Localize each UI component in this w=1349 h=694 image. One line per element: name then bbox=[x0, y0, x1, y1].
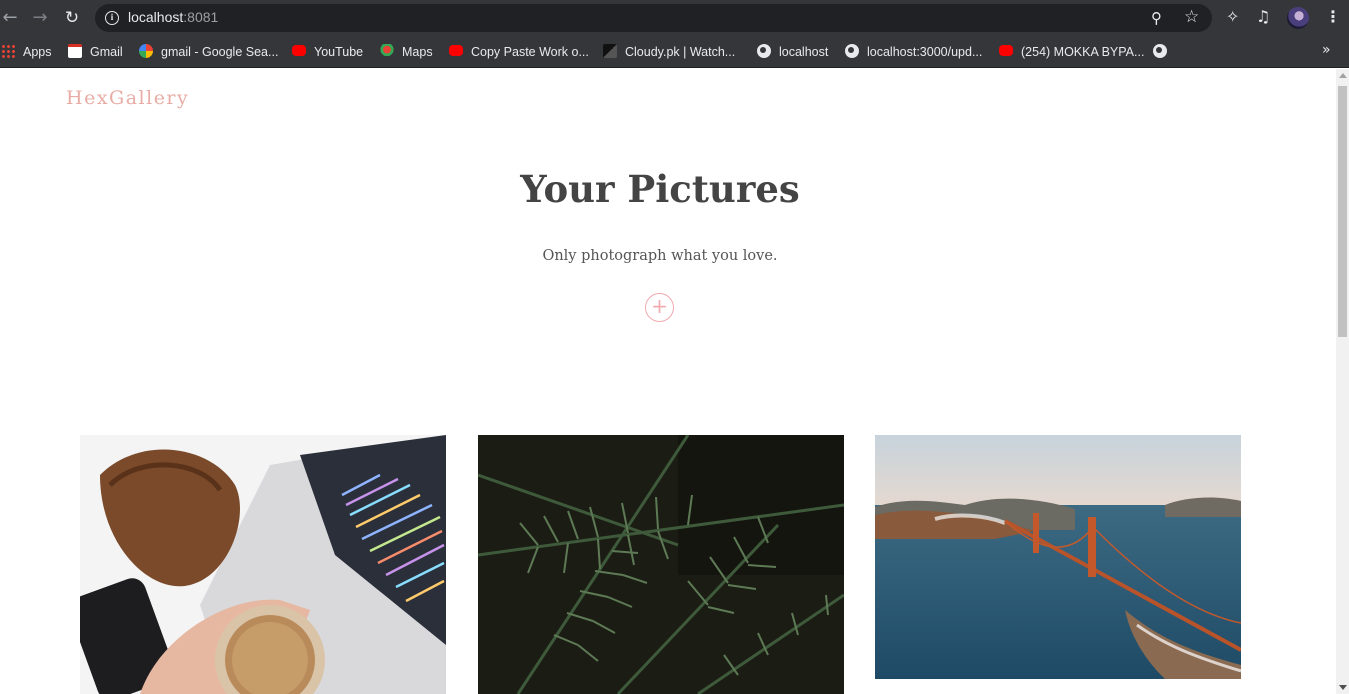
globe-icon bbox=[757, 44, 771, 58]
photo-image bbox=[875, 435, 1241, 679]
youtube-icon bbox=[999, 45, 1013, 56]
bookmark-label: YouTube bbox=[314, 45, 364, 59]
url-host: localhost bbox=[128, 9, 184, 25]
bookmark-localhost[interactable]: localhost bbox=[757, 42, 828, 62]
bookmark-label: Maps bbox=[402, 45, 433, 59]
forward-arrow-icon[interactable]: → bbox=[30, 8, 50, 28]
gallery-photo-bridge[interactable] bbox=[875, 435, 1241, 679]
bookmark-localhost-3000[interactable]: localhost:3000/upd... bbox=[845, 42, 982, 62]
globe-icon bbox=[1153, 44, 1167, 58]
page-content: HexGallery Your Pictures Only photograph… bbox=[0, 69, 1336, 694]
apps-grid-icon bbox=[1, 44, 15, 58]
youtube-icon bbox=[449, 45, 463, 56]
photo-image bbox=[80, 435, 446, 694]
page-title: Your Pictures bbox=[520, 167, 800, 211]
photo-image bbox=[478, 435, 844, 694]
url-text[interactable]: localhost:8081 bbox=[128, 9, 218, 25]
reload-icon[interactable]: ↻ bbox=[62, 8, 82, 28]
url-port: :8081 bbox=[183, 9, 219, 25]
cloudy-icon bbox=[603, 44, 617, 58]
scroll-up-arrow-icon[interactable] bbox=[1339, 73, 1347, 78]
bookmark-mokka[interactable]: (254) MOKKA BYPA... bbox=[999, 42, 1144, 62]
browser-toolbar: ← → ↻ i localhost:8081 ⚲ ☆ ✧ ♫ ⋮ bbox=[0, 0, 1349, 36]
bookmark-label: gmail - Google Sea... bbox=[161, 45, 279, 59]
media-queue-icon[interactable]: ♫ bbox=[1256, 7, 1270, 27]
address-bar[interactable]: i localhost:8081 ⚲ ☆ bbox=[95, 4, 1212, 32]
scroll-thumb[interactable] bbox=[1338, 86, 1347, 337]
bookmark-label: Gmail bbox=[90, 45, 123, 59]
brand-logo[interactable]: HexGallery bbox=[66, 87, 189, 109]
bookmark-apps[interactable]: Apps bbox=[1, 42, 52, 62]
gmail-icon bbox=[68, 44, 82, 58]
profile-avatar[interactable] bbox=[1287, 7, 1309, 29]
star-icon[interactable]: ☆ bbox=[1184, 7, 1199, 27]
site-info-icon[interactable]: i bbox=[105, 11, 119, 25]
bookmark-label: (254) MOKKA BYPA... bbox=[1021, 45, 1145, 59]
page-scrollbar[interactable] bbox=[1336, 69, 1349, 694]
gallery-photo-laptop[interactable] bbox=[80, 435, 446, 694]
zoom-icon[interactable]: ⚲ bbox=[1151, 9, 1162, 27]
add-picture-button[interactable]: + bbox=[645, 293, 674, 322]
maps-icon bbox=[380, 44, 394, 58]
bookmark-label: localhost:3000/upd... bbox=[867, 45, 983, 59]
youtube-icon bbox=[292, 45, 306, 56]
bookmarks-overflow-icon[interactable]: » bbox=[1322, 42, 1331, 58]
gallery-photo-pine[interactable] bbox=[478, 435, 844, 694]
bookmarks-bar: Apps Gmail gmail - Google Sea... YouTube… bbox=[0, 36, 1349, 68]
bookmark-copy-paste[interactable]: Copy Paste Work o... bbox=[449, 42, 589, 62]
scroll-down-arrow-icon[interactable] bbox=[1339, 685, 1347, 690]
bookmark-maps[interactable]: Maps bbox=[380, 42, 433, 62]
extensions-icon[interactable]: ✧ bbox=[1226, 7, 1239, 27]
google-icon bbox=[139, 44, 153, 58]
bookmark-google-search[interactable]: gmail - Google Sea... bbox=[139, 42, 278, 62]
globe-icon bbox=[845, 44, 859, 58]
page-subtitle: Only photograph what you love. bbox=[542, 248, 778, 264]
back-arrow-icon[interactable]: ← bbox=[0, 8, 20, 28]
bookmark-youtube[interactable]: YouTube bbox=[292, 42, 363, 62]
bookmark-globe[interactable] bbox=[1153, 42, 1175, 62]
bookmark-label: localhost bbox=[779, 45, 829, 59]
bookmark-label: Copy Paste Work o... bbox=[471, 45, 589, 59]
menu-kebab-icon[interactable]: ⋮ bbox=[1325, 7, 1341, 27]
bookmark-label: Apps bbox=[23, 45, 52, 59]
bookmark-gmail[interactable]: Gmail bbox=[68, 42, 123, 62]
bookmark-label: Cloudy.pk | Watch... bbox=[625, 45, 736, 59]
bookmark-cloudy[interactable]: Cloudy.pk | Watch... bbox=[603, 42, 735, 62]
